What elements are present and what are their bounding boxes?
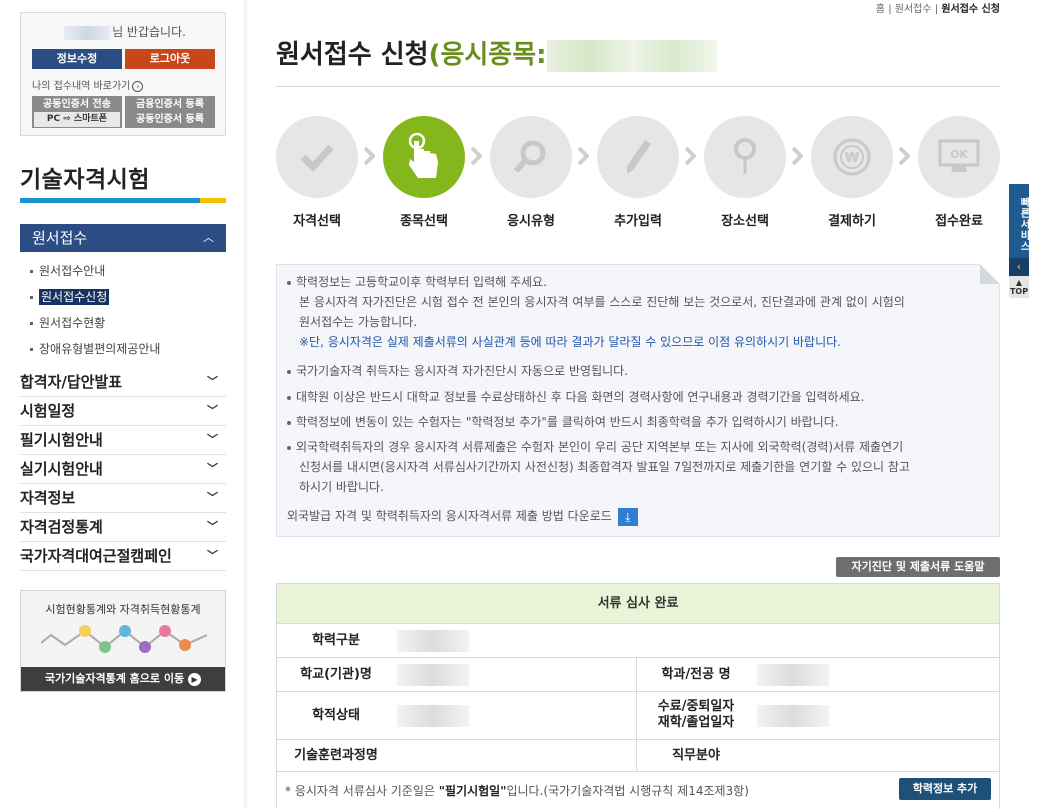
download-row: 외국발급 자격 및 학력취득자의 응시자격서류 제출 방법 다운로드 ⤓ (287, 506, 977, 526)
greeting: 님 반갑습니다. (33, 23, 217, 40)
chevron-down-icon: ﹀ (207, 549, 218, 562)
step-location: 장소선택 (704, 116, 786, 229)
chevron-right-icon: › (132, 81, 144, 92)
redacted-value (397, 705, 469, 727)
table-row: 기술훈련과정명 직무분야 (277, 740, 999, 772)
redacted-value (757, 664, 829, 686)
notice-line: 원서접수는 가능합니다. (299, 315, 418, 329)
svg-text:₩: ₩ (845, 151, 860, 166)
self-diagnosis-help-button[interactable]: 자기진단 및 제출서류 도움말 (836, 557, 1000, 577)
add-education-button[interactable]: 학력정보 추가 (899, 778, 991, 800)
left-sidebar: 님 반갑습니다. 정보수정 로그아웃 나의 접수내역 바로가기 › 공동인증서 전… (0, 0, 248, 809)
quick-service-label[interactable]: 빠른서비스 (1009, 184, 1029, 258)
login-box: 님 반갑습니다. 정보수정 로그아웃 나의 접수내역 바로가기 › 공동인증서 전… (20, 12, 226, 136)
edit-info-button[interactable]: 정보수정 (32, 49, 122, 69)
step-additional-input: 추가입력 (597, 116, 679, 229)
redacted-value (397, 664, 469, 686)
notice-line: 본 응시자격 자가진단은 시험 접수 전 본인의 응시자격 여부를 스스로 진단… (299, 295, 905, 309)
breadcrumb-home[interactable]: 홈 (876, 4, 885, 15)
menu-campaign[interactable]: 국가자격대여근절캠페인 ﹀ (20, 543, 226, 571)
section-underline-accent (200, 198, 226, 203)
menu-practical-exam[interactable]: 실기시험안내 ﹀ (20, 456, 226, 484)
breadcrumb-current: 원서접수 신청 (941, 4, 1000, 15)
notice-box: 학력정보는 고등학교이후 학력부터 입력해 주세요. 본 응시자격 자가진단은 … (276, 264, 1000, 537)
user-name-redacted (64, 25, 111, 40)
step-arrow-icon (577, 146, 589, 166)
menu-qualification-info[interactable]: 자격정보 ﹀ (20, 485, 226, 513)
step-arrow-icon (791, 146, 803, 166)
chevron-down-icon: ﹀ (207, 491, 218, 504)
section-underline (20, 198, 226, 203)
step-qualification: 자격선택 (276, 116, 358, 229)
banner-title: 시험현황통계와 자격취득현황통계 (45, 603, 201, 616)
submenu-application-request[interactable]: 원서접수신청 (30, 288, 110, 305)
step-arrow-icon (470, 146, 482, 166)
chevron-down-icon: ﹀ (207, 375, 218, 388)
menu-statistics[interactable]: 자격검정통계 ﹀ (20, 514, 226, 542)
step-arrow-icon (363, 146, 375, 166)
notice-line: 하시기 바랍니다. (299, 480, 384, 494)
menu-written-exam[interactable]: 필기시험안내 ﹀ (20, 427, 226, 455)
won-coin-icon: ₩ (811, 116, 893, 198)
table-header: 서류 심사 완료 (277, 584, 999, 624)
notice-line: 신청서를 내시면(응시자격 서류심사기간까지 사전신청) 최종합격자 발표일 7… (299, 460, 910, 474)
submenu-application-status[interactable]: 원서접수현황 (30, 314, 105, 331)
redacted-value (397, 630, 469, 652)
notice-warning: ※단, 응시자격은 실제 제출서류의 사실관계 등에 따라 결과가 달라질 수 … (299, 335, 841, 349)
menu-schedule[interactable]: 시험일정 ﹀ (20, 398, 226, 426)
logout-button[interactable]: 로그아웃 (125, 49, 215, 69)
download-icon[interactable]: ⤓ (617, 507, 638, 526)
step-arrow-icon (898, 146, 910, 166)
notice-line: 학력정보는 고등학교이후 학력부터 입력해 주세요. (287, 272, 977, 292)
table-row: 학적상태 수료/중퇴일자 재학/졸업일자 (277, 692, 999, 740)
hand-pointer-icon (383, 116, 465, 198)
notice-line: 학력정보에 변동이 있는 수험자는 "학력정보 추가"를 클릭하여 반드시 최종… (287, 412, 977, 432)
ok-monitor-icon: OK (918, 116, 1000, 198)
location-pin-icon (704, 116, 786, 198)
stats-banner[interactable]: 시험현황통계와 자격취득현황통계 국가기술자격통계 홈으로 이동 ▶ (20, 590, 226, 692)
chevron-down-icon: ﹀ (207, 404, 218, 417)
subject-name-redacted (546, 39, 717, 72)
chevron-down-icon: ﹀ (207, 462, 218, 475)
step-arrow-icon (684, 146, 696, 166)
submenu-application-guide[interactable]: 원서접수안내 (30, 262, 105, 279)
menu-application[interactable]: 원서접수 ︿ (20, 224, 226, 252)
menu-results[interactable]: 합격자/답안발표 ﹀ (20, 369, 226, 397)
page: 님 반갑습니다. 정보수정 로그아웃 나의 접수내역 바로가기 › 공동인증서 전… (0, 0, 1062, 809)
notice-line: 대학원 이상은 반드시 대학교 정보를 수료상태하신 후 다음 화면의 경력사항… (287, 387, 977, 407)
my-applications-link[interactable]: 나의 접수내역 바로가기 › (32, 77, 144, 92)
svg-text:OK: OK (950, 148, 968, 161)
section-title: 기술자격시험 (20, 167, 150, 193)
criteria-note: * 응시자격 서류심사 기준일은 "필기시험일"입니다.(국가기술자격법 시행규… (285, 784, 749, 798)
top-button[interactable]: ▲ TOP (1009, 276, 1029, 298)
breadcrumb: 홈 | 원서접수 | 원서접수 신청 (875, 4, 1000, 15)
step-complete: OK 접수완료 (918, 116, 1000, 229)
pc-to-phone-label: PC ⇨ 스마트폰 (34, 112, 120, 127)
stats-home-link[interactable]: 국가기술자격통계 홈으로 이동 ▶ (21, 667, 225, 691)
cert-register-button[interactable]: 금융인증서 등록 공동인증서 등록 (125, 96, 215, 128)
notice-line: 외국학력취득자의 경우 응시자격 서류제출은 수험자 본인이 우리 공단 지역본… (287, 437, 977, 457)
magnifier-icon (490, 116, 572, 198)
step-subject: 종목선택 (383, 116, 465, 229)
stats-wave-graphic (41, 625, 207, 653)
table-row: 학교(기관)명 학과/전공 명 (277, 658, 999, 692)
submenu-disability-guide[interactable]: 장애유형별편의제공안내 (30, 340, 160, 357)
redacted-value (757, 705, 829, 727)
play-icon: ▶ (188, 672, 202, 686)
chevron-down-icon: ﹀ (207, 520, 218, 533)
breadcrumb-application[interactable]: 원서접수 (895, 4, 932, 15)
chevron-up-icon: ︿ (203, 231, 214, 244)
check-icon (276, 116, 358, 198)
table-row: 학력구분 (277, 624, 999, 658)
chevron-down-icon: ﹀ (207, 433, 218, 446)
pencil-icon (597, 116, 679, 198)
chevron-left-icon[interactable]: ‹ (1009, 258, 1029, 276)
step-exam-type: 응시유형 (490, 116, 572, 229)
quick-service-bar: 빠른서비스 ‹ ▲ TOP (1009, 184, 1029, 298)
notice-line: 국가기술자격 취득자는 응시자격 자가진단시 자동으로 반영됩니다. (287, 361, 977, 381)
education-table: 서류 심사 완료 학력구분 학교(기관)명 학과/전공 명 학적상태 수료/중퇴… (276, 583, 1000, 809)
step-payment: ₩ 결제하기 (811, 116, 893, 229)
cert-transfer-button[interactable]: 공동인증서 전송 PC ⇨ 스마트폰 (32, 96, 122, 128)
page-title: 원서접수 신청(응시종목: (276, 34, 717, 72)
